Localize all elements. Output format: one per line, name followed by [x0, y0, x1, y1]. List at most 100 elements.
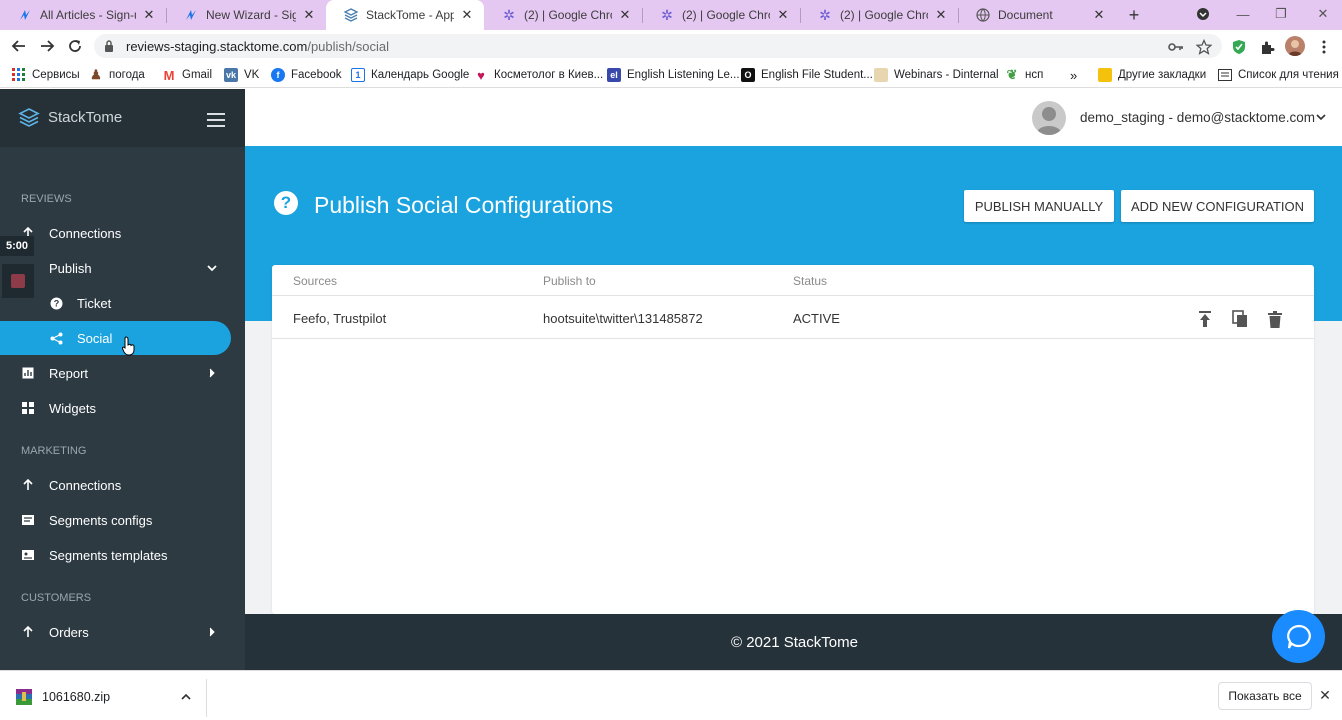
- gear-icon: ✲: [503, 6, 515, 23]
- segments-configs-icon: [21, 513, 35, 527]
- close-tab-icon[interactable]: ✕: [776, 7, 790, 22]
- section-title-customers: CUSTOMERS: [21, 592, 92, 604]
- close-tab-icon[interactable]: ✕: [1092, 7, 1106, 22]
- user-menu-label[interactable]: demo_staging - demo@stacktome.com: [1080, 110, 1315, 125]
- orders-icon: [21, 625, 35, 639]
- sidebar-item-widgets[interactable]: Widgets: [0, 391, 231, 425]
- user-avatar[interactable]: [1032, 101, 1066, 135]
- bookmark-item[interactable]: vk VK: [224, 66, 259, 84]
- column-header-publish-to[interactable]: Publish to: [543, 274, 596, 288]
- bookmark-item[interactable]: M Gmail: [162, 66, 212, 84]
- sidebar-item-connections[interactable]: Connections: [0, 216, 231, 250]
- browser-tab[interactable]: ✲ (2) | Google Chrome ✕: [642, 0, 800, 30]
- cell-sources: Feefo, Trustpilot: [293, 311, 387, 326]
- sidebar-item-ticket[interactable]: ? Ticket: [0, 286, 231, 320]
- bookmark-item[interactable]: O English File Student...: [741, 66, 873, 84]
- browser-tab[interactable]: All Articles - Sign-up ✕: [0, 0, 166, 30]
- close-download-bar-icon[interactable]: ✕: [1318, 687, 1332, 703]
- chat-support-button[interactable]: [1272, 610, 1325, 663]
- close-tab-icon[interactable]: ✕: [934, 7, 948, 22]
- shield-icon[interactable]: [1231, 39, 1247, 55]
- column-header-sources[interactable]: Sources: [293, 274, 337, 288]
- sidebar-item-marketing-connections[interactable]: Connections: [0, 468, 231, 502]
- minimize-icon[interactable]: —: [1232, 4, 1254, 24]
- chevron-right-icon: [207, 627, 217, 637]
- bookmark-item[interactable]: Webinars - Dinternal: [874, 66, 999, 84]
- report-icon: [21, 366, 35, 380]
- back-icon[interactable]: [8, 35, 30, 57]
- chevron-right-icon: [207, 368, 217, 378]
- profile-avatar[interactable]: [1285, 36, 1305, 56]
- close-tab-icon[interactable]: ✕: [618, 7, 632, 22]
- widgets-icon: [21, 401, 35, 415]
- add-new-configuration-button[interactable]: ADD NEW CONFIGURATION: [1121, 190, 1314, 222]
- bookmark-folder[interactable]: Другие закладки: [1098, 66, 1206, 84]
- address-bar[interactable]: reviews-staging.stacktome.com/publish/so…: [94, 34, 1222, 58]
- bookmark-item[interactable]: el English Listening Le...: [607, 66, 740, 84]
- extensions-icon[interactable]: [1259, 39, 1275, 55]
- close-tab-icon[interactable]: ✕: [142, 7, 156, 22]
- browser-tab[interactable]: New Wizard - Sign-up ✕: [166, 0, 326, 30]
- copy-icon[interactable]: [1230, 309, 1250, 329]
- sidebar-item-social[interactable]: Social: [0, 321, 231, 355]
- section-title-reviews: REVIEWS: [21, 193, 72, 205]
- reading-list-button[interactable]: Список для чтения: [1218, 66, 1339, 84]
- leaf-icon: ❦: [1006, 67, 1018, 82]
- show-all-downloads-button[interactable]: Показать все: [1218, 682, 1312, 710]
- chevron-down-icon[interactable]: [1315, 111, 1327, 123]
- folder-icon: [874, 68, 888, 82]
- bookmark-item[interactable]: Сервисы: [12, 66, 80, 84]
- brand-name: StackTome: [48, 109, 123, 126]
- download-item-name[interactable]: 1061680.zip: [42, 690, 110, 704]
- close-window-icon[interactable]: ✕: [1312, 4, 1334, 24]
- timer-badge[interactable]: 5:00: [0, 236, 34, 256]
- forward-icon[interactable]: [36, 35, 58, 57]
- browser-tab[interactable]: ✲ (2) | Google Chrome ✕: [484, 0, 642, 30]
- delete-icon[interactable]: [1265, 309, 1285, 329]
- browser-tab[interactable]: ✲ (2) | Google Chrome ✕: [800, 0, 958, 30]
- connections-icon: [21, 478, 35, 492]
- browser-tab-strip: All Articles - Sign-up ✕ New Wizard - Si…: [0, 0, 1342, 30]
- divider: [272, 295, 1314, 296]
- chevron-down-icon: [207, 263, 217, 273]
- bookmark-item[interactable]: ♥ Косметолог в Киев...: [474, 66, 603, 84]
- tab-search-icon[interactable]: [1192, 4, 1214, 24]
- sidebar-item-orders[interactable]: Orders: [0, 615, 231, 649]
- globe-icon: [976, 8, 990, 22]
- reload-icon[interactable]: [64, 35, 86, 57]
- bookmark-item[interactable]: f Facebook: [271, 66, 342, 84]
- folder-icon: [1098, 68, 1112, 82]
- bookmark-item[interactable]: ❦ нсп: [1005, 66, 1044, 84]
- hamburger-menu-icon[interactable]: [207, 113, 225, 127]
- sidebar-item-publish[interactable]: Publish: [0, 251, 231, 285]
- cell-publish-to: hootsuite\twitter\131485872: [543, 311, 703, 326]
- browser-tab[interactable]: Document ✕: [958, 0, 1116, 30]
- sidebar-item-segments-configs[interactable]: Segments configs: [0, 503, 231, 537]
- bookmarks-overflow-button[interactable]: »: [1070, 66, 1077, 84]
- record-stop-icon[interactable]: [2, 264, 34, 298]
- close-tab-icon[interactable]: ✕: [302, 7, 316, 22]
- top-bar: demo_staging - demo@stacktome.com: [245, 89, 1342, 146]
- sidebar-item-report[interactable]: Report: [0, 356, 231, 390]
- chevron-up-icon[interactable]: [180, 691, 192, 703]
- publish-upload-icon[interactable]: [1195, 309, 1215, 329]
- gear-icon: ✲: [661, 6, 673, 23]
- restore-icon[interactable]: ❐: [1270, 4, 1292, 24]
- zip-archive-icon: [16, 689, 32, 705]
- lock-icon[interactable]: [104, 40, 118, 52]
- publish-manually-button[interactable]: PUBLISH MANUALLY: [964, 190, 1114, 222]
- bookmark-item[interactable]: ♟ погода: [89, 66, 145, 84]
- url-text: reviews-staging.stacktome.com/publish/so…: [126, 38, 389, 54]
- new-tab-button[interactable]: +: [1124, 5, 1144, 25]
- menu-kebab-icon[interactable]: [1316, 39, 1332, 55]
- brand[interactable]: StackTome: [0, 89, 245, 147]
- browser-tab-active[interactable]: StackTome - App ✕: [326, 0, 484, 30]
- bookmark-item[interactable]: 1 Календарь Google: [351, 66, 469, 84]
- weather-person-icon: ♟: [90, 67, 102, 82]
- copyright-text: © 2021 StackTome: [731, 634, 858, 651]
- key-icon[interactable]: [1168, 39, 1184, 55]
- sidebar-item-segments-templates[interactable]: Segments templates: [0, 538, 231, 572]
- star-icon[interactable]: [1196, 39, 1212, 55]
- column-header-status[interactable]: Status: [793, 274, 827, 288]
- close-tab-icon[interactable]: ✕: [460, 7, 474, 22]
